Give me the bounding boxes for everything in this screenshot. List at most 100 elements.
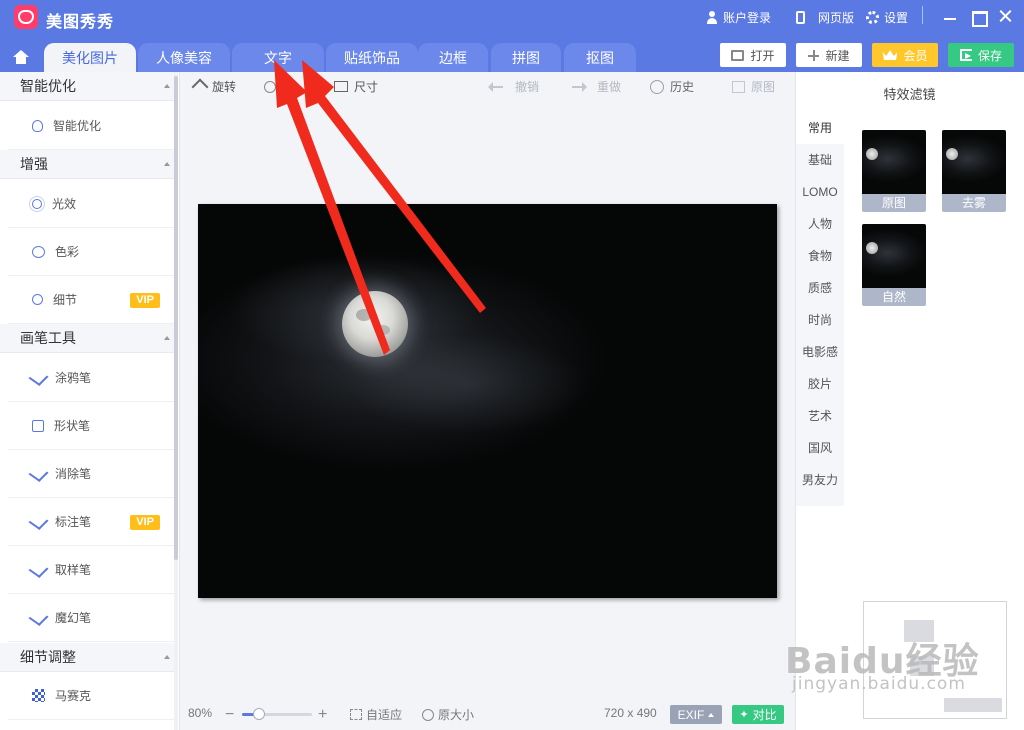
- open-button[interactable]: 打开: [720, 43, 786, 67]
- tool-label: 涂鸦笔: [55, 371, 92, 385]
- tool-sampling-pen[interactable]: 取样笔: [8, 546, 174, 594]
- original-label: 原图: [751, 80, 776, 94]
- tab-collage[interactable]: 拼图: [491, 43, 561, 72]
- filter-category[interactable]: 电影感: [796, 336, 844, 368]
- tool-smart-optimize[interactable]: 智能优化: [8, 102, 174, 150]
- web-version-label: 网页版: [818, 11, 855, 25]
- tool-label: 色彩: [55, 245, 80, 259]
- magnify-icon: [422, 708, 434, 721]
- filter-category[interactable]: 国风: [796, 432, 844, 464]
- web-version-button[interactable]: 网页版: [796, 9, 854, 26]
- filter-thumbnail[interactable]: 自然: [862, 224, 926, 306]
- section-brush-tools[interactable]: 画笔工具: [0, 324, 174, 353]
- section-detail-adjust[interactable]: 细节调整: [0, 643, 174, 672]
- tool-label: 消除笔: [55, 467, 92, 481]
- save-button[interactable]: 保存: [948, 43, 1014, 67]
- filter-thumbnail[interactable]: 去雾: [942, 130, 1006, 212]
- new-button[interactable]: 新建: [796, 43, 862, 67]
- zoom-out-button[interactable]: −: [225, 706, 234, 724]
- exif-button[interactable]: EXIF: [670, 705, 722, 724]
- compare-label: 对比: [752, 708, 777, 722]
- minimize-button[interactable]: [942, 8, 958, 24]
- home-button[interactable]: [5, 42, 37, 72]
- tool-label: 智能优化: [53, 119, 102, 133]
- tool-detail[interactable]: 细节 VIP: [8, 276, 174, 324]
- fit-button[interactable]: 自适应: [350, 706, 402, 723]
- zoom-slider-handle[interactable]: [252, 708, 265, 720]
- rotate-button[interactable]: 旋转: [191, 78, 236, 95]
- original-button[interactable]: 原图: [732, 78, 775, 95]
- tool-marker-pen[interactable]: 标注笔 VIP: [8, 498, 174, 546]
- tab-portrait[interactable]: 人像美容: [138, 43, 230, 72]
- tab-stickers[interactable]: 贴纸饰品: [326, 43, 418, 72]
- close-button[interactable]: [997, 8, 1013, 24]
- tool-label: 细节: [53, 293, 78, 307]
- window-controls-divider: [922, 6, 923, 24]
- account-login-label: 账户登录: [723, 11, 772, 25]
- filter-category[interactable]: 男友力: [796, 464, 844, 496]
- eraser-icon: [28, 465, 49, 482]
- filter-category[interactable]: 食物: [796, 240, 844, 272]
- filter-thumbnail[interactable]: 原图: [862, 130, 926, 212]
- filter-category[interactable]: 艺术: [796, 400, 844, 432]
- rotate-icon: [191, 78, 209, 95]
- size-button[interactable]: 尺寸: [334, 78, 378, 95]
- undo-label: 撤销: [515, 80, 540, 94]
- tab-border[interactable]: 边框: [418, 43, 488, 72]
- account-login-button[interactable]: 账户登录: [706, 9, 771, 26]
- sparkle-icon: ✦: [739, 709, 749, 721]
- edited-photo[interactable]: [198, 204, 777, 598]
- filter-preview-image: [862, 130, 926, 194]
- filter-category[interactable]: 时尚: [796, 304, 844, 336]
- section-title: 智能优化: [20, 78, 76, 94]
- filter-category[interactable]: LOMO: [796, 176, 844, 208]
- tab-cutout[interactable]: 抠图: [564, 43, 636, 72]
- tool-eraser-pen[interactable]: 消除笔: [8, 450, 174, 498]
- tool-magic-pen[interactable]: 魔幻笔: [8, 594, 174, 642]
- tool-shape-pen[interactable]: 形状笔: [8, 402, 174, 450]
- undo-button[interactable]: 撤销: [488, 78, 540, 95]
- mosaic-icon: [32, 689, 45, 702]
- compare-button[interactable]: ✦ 对比: [732, 705, 784, 724]
- tool-label: 马赛克: [55, 689, 92, 703]
- caret-up-icon: [708, 712, 715, 717]
- tool-doodle-pen[interactable]: 涂鸦笔: [8, 354, 174, 402]
- image-icon: [731, 49, 745, 61]
- tool-light-effect[interactable]: 光效: [8, 180, 174, 228]
- tool-mosaic[interactable]: 马赛克: [8, 672, 174, 720]
- collapse-caret-icon: [164, 162, 170, 166]
- maximize-button[interactable]: [970, 8, 988, 27]
- magnify-icon: [32, 294, 43, 305]
- vip-button[interactable]: 会员: [872, 43, 938, 67]
- filter-category[interactable]: 质感: [796, 272, 844, 304]
- image-icon: [732, 80, 745, 93]
- filter-category[interactable]: 基础: [796, 144, 844, 176]
- history-button[interactable]: 历史: [650, 78, 694, 95]
- sidebar-scrollbar[interactable]: [174, 76, 178, 560]
- crop-button[interactable]: 剪: [264, 78, 294, 95]
- zoom-percent: 80%: [188, 706, 213, 720]
- section-smart-optimize[interactable]: 智能优化: [0, 72, 174, 101]
- size-label: 尺寸: [354, 80, 379, 94]
- new-label: 新建: [825, 48, 850, 63]
- settings-button[interactable]: 设置: [866, 9, 908, 26]
- zoom-in-button[interactable]: +: [318, 706, 327, 724]
- filter-category[interactable]: 常用: [796, 112, 844, 144]
- filter-category[interactable]: 胶片: [796, 368, 844, 400]
- tab-text[interactable]: 文字: [232, 43, 324, 72]
- filter-category[interactable]: 人物: [796, 208, 844, 240]
- gear-icon: [866, 11, 879, 24]
- redo-label: 重做: [597, 80, 622, 94]
- clock-icon: [650, 79, 664, 94]
- vip-label: 会员: [903, 48, 928, 63]
- magic-wand-icon: [28, 609, 49, 626]
- open-label: 打开: [750, 48, 775, 63]
- sun-icon: [32, 198, 42, 209]
- redo-button[interactable]: 重做: [572, 78, 621, 95]
- actual-size-button[interactable]: 原大小: [422, 706, 474, 723]
- crown-icon: [882, 50, 898, 60]
- tool-color[interactable]: 色彩: [8, 228, 174, 276]
- tab-beautify[interactable]: 美化图片: [44, 43, 136, 72]
- section-enhance[interactable]: 增强: [0, 150, 174, 179]
- fit-icon: [350, 709, 362, 720]
